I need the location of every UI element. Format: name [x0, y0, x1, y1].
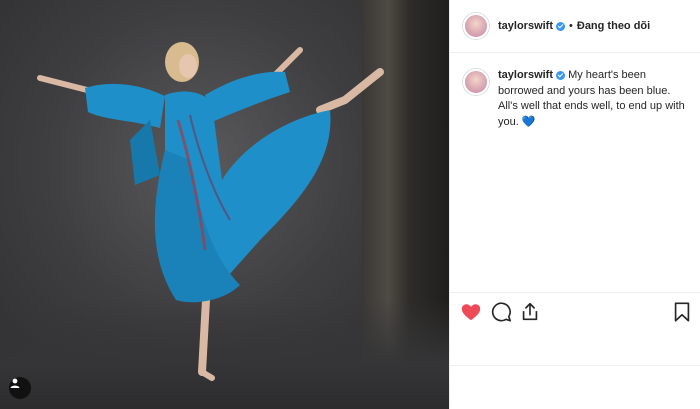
- user-tag-icon: [10, 378, 20, 388]
- comment-button[interactable]: [490, 301, 512, 323]
- avatar[interactable]: [463, 13, 489, 39]
- verified-icon: [556, 21, 566, 31]
- bookmark-icon: [674, 302, 690, 322]
- post-photo[interactable]: [0, 0, 449, 409]
- dancer-figure: [37, 42, 384, 381]
- header-separator: •: [569, 20, 573, 32]
- header-username[interactable]: taylorswift: [498, 20, 553, 32]
- user-tag-button[interactable]: [9, 377, 31, 399]
- caption-username[interactable]: taylorswift: [498, 69, 553, 81]
- heart-filled-icon: [461, 304, 481, 321]
- share-button[interactable]: [519, 301, 541, 323]
- save-button[interactable]: [671, 301, 693, 323]
- post-header: taylorswift • Đang theo dõi: [450, 0, 700, 53]
- caption-avatar[interactable]: [463, 69, 489, 95]
- following-button[interactable]: Đang theo dõi: [577, 20, 650, 32]
- post-side-panel: taylorswift • Đang theo dõi taylorswift …: [449, 0, 700, 409]
- divider: [450, 365, 700, 366]
- caption: taylorswift My heart's been borrowed and…: [463, 68, 691, 130]
- caption-verified-icon: [556, 70, 566, 80]
- caption-text: taylorswift My heart's been borrowed and…: [498, 68, 691, 130]
- like-button[interactable]: [460, 301, 482, 323]
- action-bar: [450, 292, 700, 328]
- blue-heart-emoji: 💙: [521, 115, 536, 128]
- share-icon: [522, 302, 538, 321]
- comment-icon: [491, 302, 511, 322]
